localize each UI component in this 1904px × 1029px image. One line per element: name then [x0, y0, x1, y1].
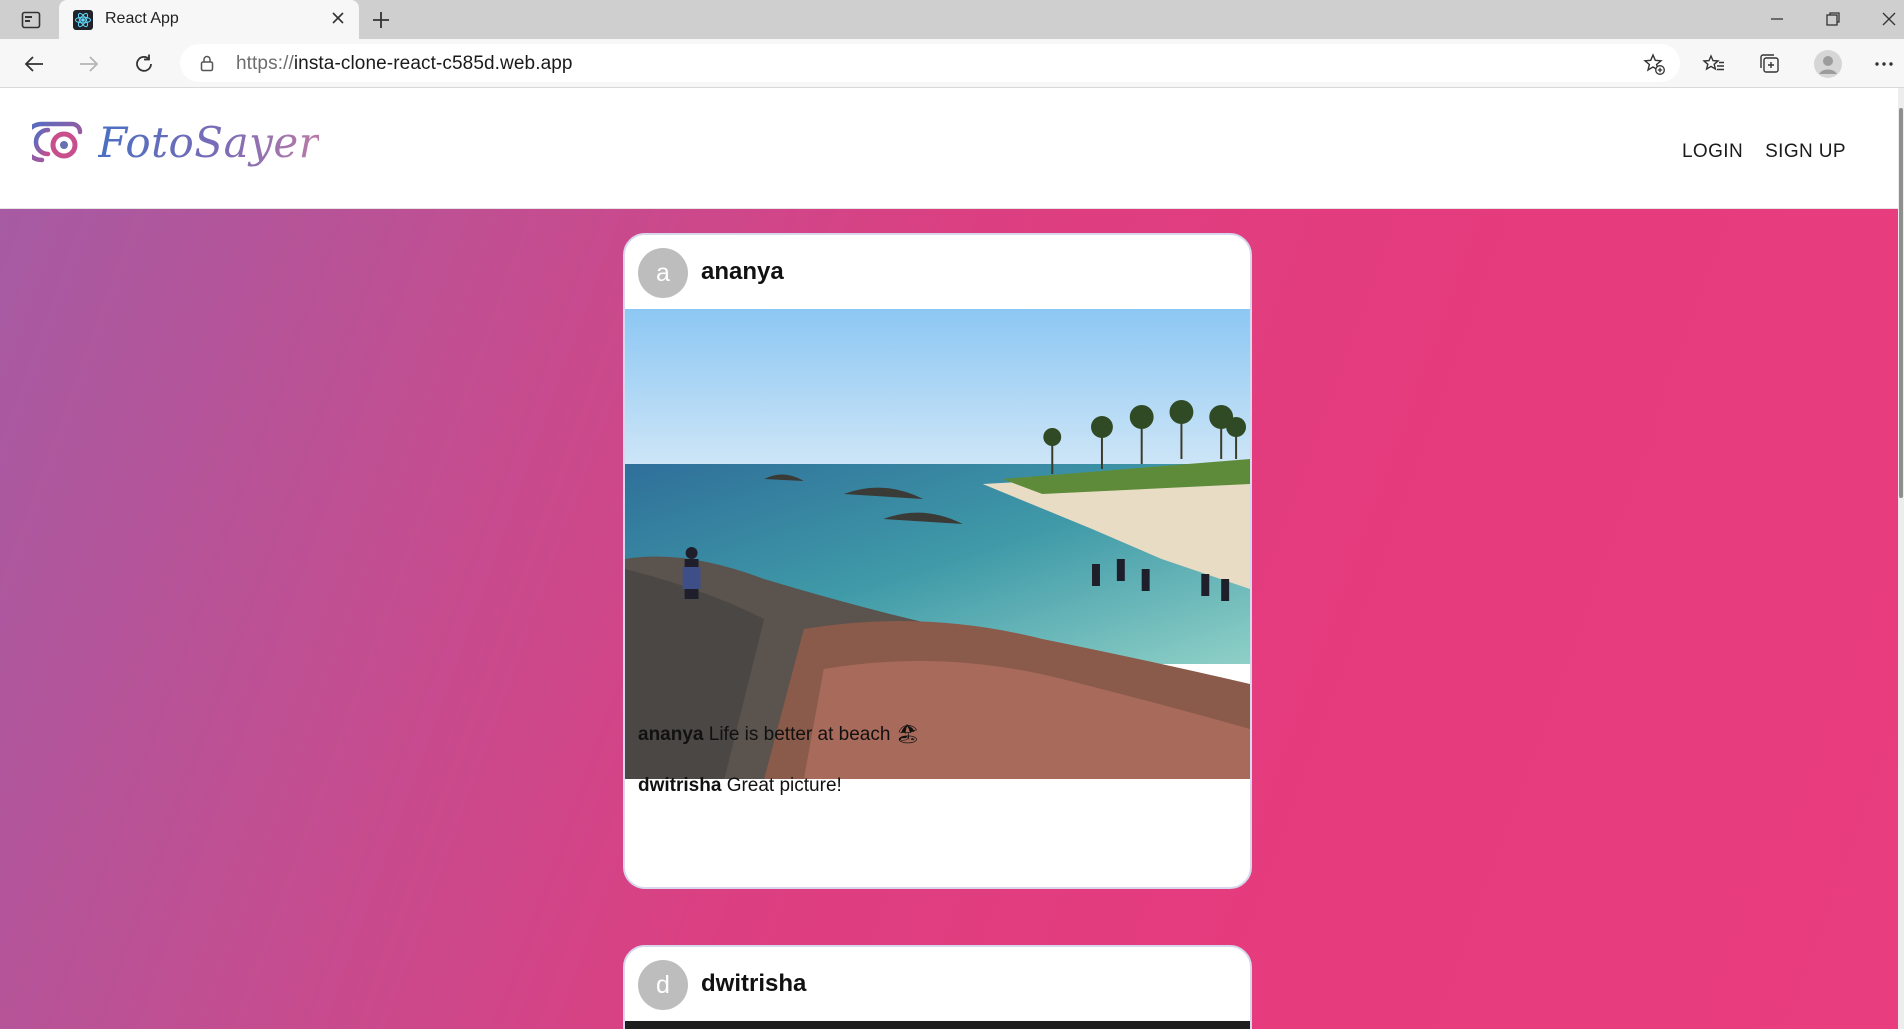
tab-actions-icon[interactable] — [14, 8, 48, 32]
scrollbar-thumb[interactable] — [1899, 108, 1903, 498]
app-logo[interactable]: FotoSayer — [32, 116, 319, 168]
signup-button[interactable]: SIGN UP — [1765, 141, 1846, 163]
post-username[interactable]: ananya — [701, 258, 784, 286]
caption-text: Life is better at beach 🏖 — [708, 724, 920, 745]
app-header: FotoSayer LOGIN SIGN UP — [0, 88, 1904, 209]
post-image[interactable] — [625, 1021, 1250, 1029]
post-header: a ananya — [625, 235, 1250, 309]
avatar[interactable]: d — [638, 960, 688, 1010]
reload-icon[interactable] — [129, 49, 159, 79]
collections-icon[interactable] — [1755, 49, 1785, 79]
browser-toolbar: https://insta-clone-react-c585d.web.app — [0, 39, 1904, 88]
back-icon[interactable] — [19, 49, 49, 79]
post-card: a ananya ananya Life is better at beach … — [623, 233, 1252, 889]
post-caption: ananya Life is better at beach 🏖 — [638, 722, 920, 746]
lock-icon[interactable] — [198, 54, 216, 72]
comment: dwitrisha Great picture! — [638, 775, 842, 797]
url-host: insta-clone-react-c585d.web.app — [293, 53, 573, 74]
brand-name: FotoSayer — [98, 117, 320, 167]
login-button[interactable]: LOGIN — [1682, 141, 1743, 163]
url-protocol: https:// — [236, 53, 294, 74]
favorites-icon[interactable] — [1699, 49, 1729, 79]
auth-nav: LOGIN SIGN UP — [1682, 141, 1846, 163]
url-text[interactable]: https://insta-clone-react-c585d.web.app — [236, 53, 573, 75]
caption-username[interactable]: ananya — [638, 724, 703, 745]
comment-username[interactable]: dwitrisha — [638, 775, 721, 796]
more-options-icon[interactable] — [1869, 49, 1899, 79]
close-tab-icon[interactable] — [329, 9, 347, 27]
avatar[interactable]: a — [638, 248, 688, 298]
post-feed[interactable]: a ananya ananya Life is better at beach … — [0, 209, 1904, 1029]
page-viewport: FotoSayer LOGIN SIGN UP a ananya ananya … — [0, 88, 1904, 1029]
close-window-icon[interactable] — [1869, 6, 1904, 32]
browser-tab[interactable]: React App — [59, 0, 359, 39]
tab-title: React App — [105, 10, 179, 27]
minimize-icon[interactable] — [1757, 6, 1797, 32]
post-header: d dwitrisha — [625, 947, 1250, 1021]
restore-icon[interactable] — [1813, 6, 1853, 32]
post-card: d dwitrisha — [623, 945, 1252, 1029]
post-username[interactable]: dwitrisha — [701, 970, 806, 998]
comment-text: Great picture! — [726, 775, 842, 796]
react-favicon-icon — [73, 10, 93, 30]
new-tab-icon[interactable] — [368, 8, 394, 32]
camera-logo-icon — [32, 121, 83, 163]
profile-avatar-icon[interactable] — [1813, 49, 1843, 79]
forward-icon[interactable] — [74, 49, 104, 79]
add-favorite-icon[interactable] — [1642, 52, 1666, 76]
scrollbar[interactable] — [1898, 88, 1904, 1029]
address-bar[interactable]: https://insta-clone-react-c585d.web.app — [180, 44, 1680, 82]
browser-tab-bar: React App — [0, 0, 1904, 39]
post-image[interactable] — [625, 309, 1250, 779]
